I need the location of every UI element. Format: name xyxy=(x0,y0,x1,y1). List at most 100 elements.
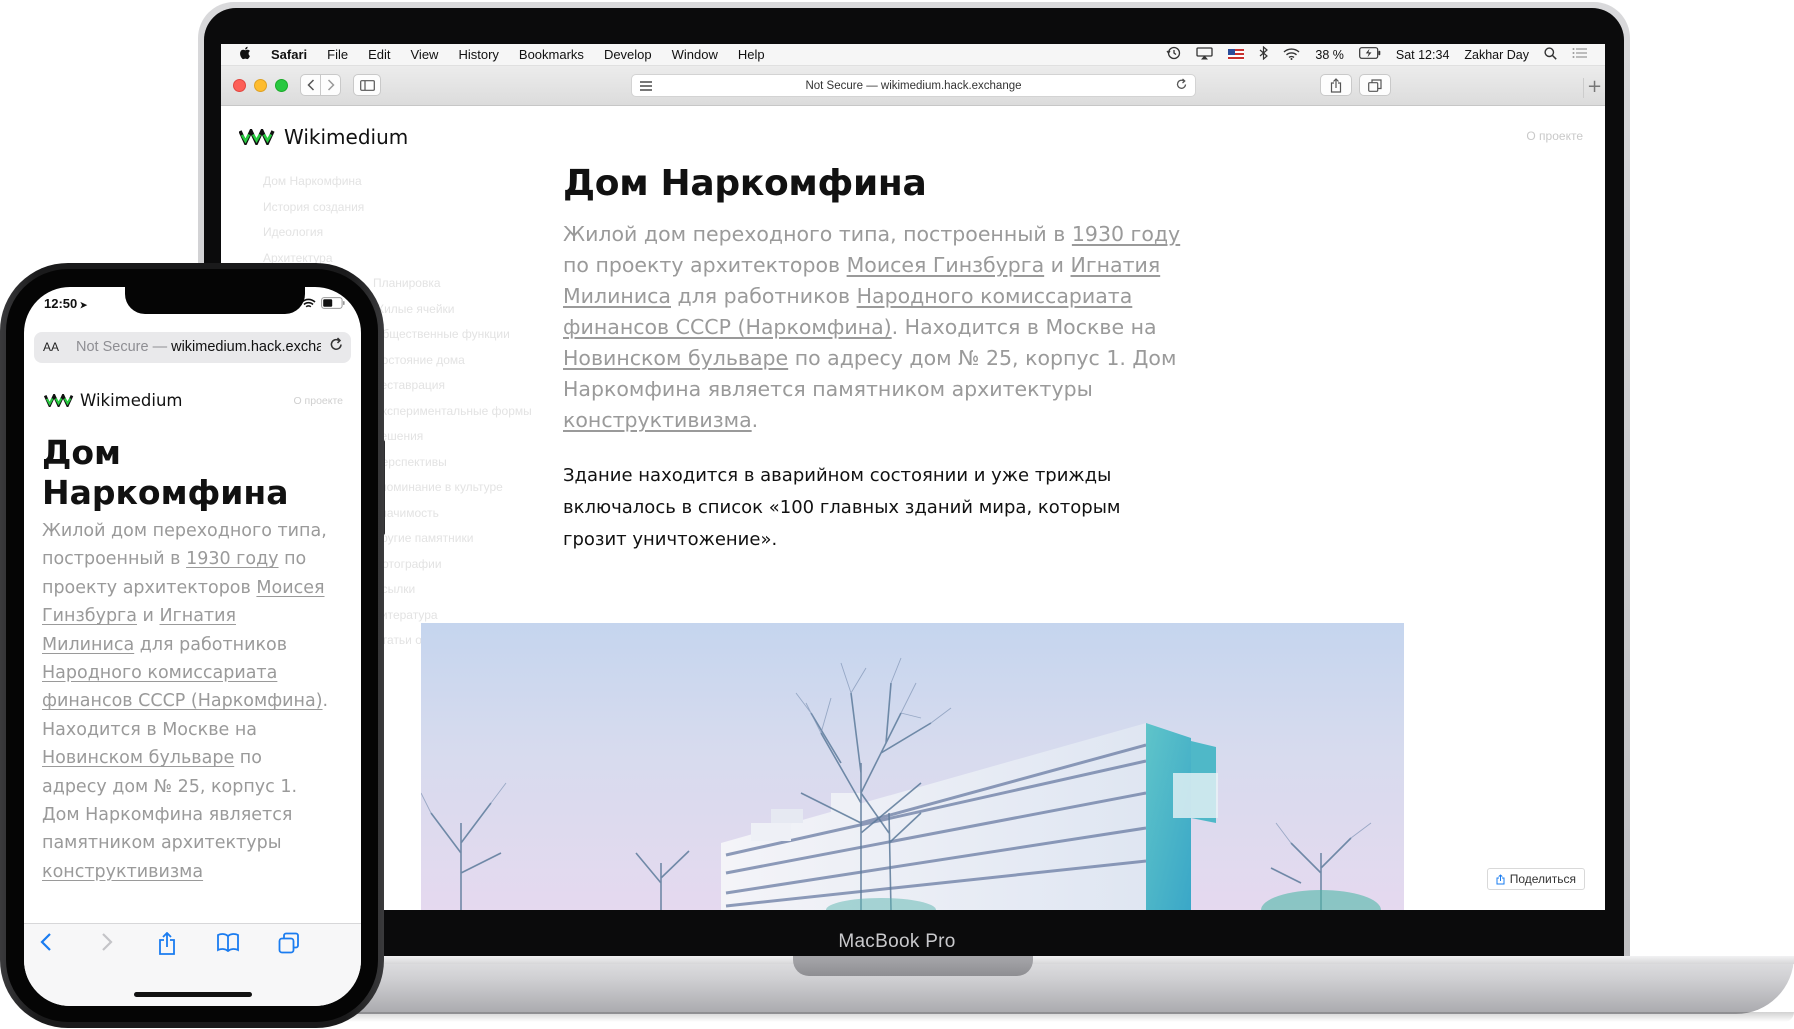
reload-icon[interactable] xyxy=(330,337,343,355)
address-bar[interactable]: Not Secure — wikimedium.hack.exchange xyxy=(631,74,1196,97)
menu-file[interactable]: File xyxy=(327,47,348,62)
bookmarks-icon[interactable] xyxy=(216,932,240,956)
article-lead: Жилой дом переходного типа, построенный … xyxy=(42,517,332,886)
macbook-opening-notch xyxy=(793,956,1033,976)
forward-button[interactable] xyxy=(320,74,341,96)
article: Дом Наркомфина Жилой дом переходного тип… xyxy=(563,163,1183,556)
article-body: Здание находится в аварийном состоянии и… xyxy=(563,465,1121,550)
toc-item[interactable]: Идеология xyxy=(263,220,532,246)
airplay-icon[interactable] xyxy=(1196,46,1214,63)
menu-bookmarks[interactable]: Bookmarks xyxy=(519,47,584,62)
menu-user[interactable]: Zakhar Day xyxy=(1464,48,1529,62)
time-machine-icon[interactable] xyxy=(1166,46,1181,63)
link-constructivism[interactable]: конструктивизма xyxy=(563,408,752,432)
new-tab-button[interactable]: + xyxy=(1583,78,1605,98)
site-logo[interactable]: Wikimedium xyxy=(44,391,183,410)
battery-icon[interactable] xyxy=(1358,47,1381,62)
lead-text: и xyxy=(1044,253,1071,277)
wifi-icon[interactable] xyxy=(1283,47,1300,63)
bluetooth-icon[interactable] xyxy=(1259,45,1269,63)
share-icon xyxy=(1496,873,1505,884)
battery-percent: 38 % xyxy=(1315,47,1344,62)
iphone-screen: 12:50 ➤ AA Not Secure — wikimedium.hack.… xyxy=(24,287,361,1006)
link-ginzburg[interactable]: Моисея Гинзбурга xyxy=(847,253,1045,277)
menu-history[interactable]: History xyxy=(458,47,498,62)
article-title: Дом Наркомфина xyxy=(42,433,289,512)
spotlight-icon[interactable] xyxy=(1544,46,1557,63)
share-label: Поделиться xyxy=(1509,872,1576,886)
tabs-overview-button[interactable] xyxy=(1359,74,1391,96)
lead-text: . xyxy=(751,408,759,432)
reader-view-icon[interactable] xyxy=(640,81,652,93)
tabs-icon xyxy=(1368,78,1382,92)
link-novinsky[interactable]: Новинском бульваре xyxy=(563,346,788,370)
logo-text: Wikimedium xyxy=(284,125,409,149)
article-lead: Жилой дом переходного типа, построенный … xyxy=(563,219,1183,436)
menu-clock[interactable]: Sat 12:34 xyxy=(1396,48,1450,62)
chevron-right-icon xyxy=(327,79,335,91)
tabs-icon[interactable] xyxy=(277,932,301,956)
safari-toolbar: Not Secure — wikimedium.hack.exchange + xyxy=(221,66,1605,106)
wikimedium-logo-icon xyxy=(44,394,74,407)
ios-url: Not Secure — wikimedium.hack.exchange xyxy=(76,339,321,355)
share-icon[interactable] xyxy=(155,931,179,956)
back-icon[interactable] xyxy=(34,932,58,956)
lead-text: и xyxy=(136,606,160,627)
share-icon xyxy=(1330,77,1342,93)
macbook-screen: Safari File Edit View History Bookmarks … xyxy=(221,44,1605,910)
menu-develop[interactable]: Develop xyxy=(604,47,652,62)
article-title: Дом Наркомфина xyxy=(563,163,927,204)
sidebar-toggle-button[interactable] xyxy=(353,74,381,96)
location-icon: ➤ xyxy=(77,300,88,310)
share-button[interactable]: Поделиться xyxy=(1486,868,1585,890)
battery-icon xyxy=(321,297,345,309)
menu-edit[interactable]: Edit xyxy=(368,47,390,62)
about-link[interactable]: О проекте xyxy=(1526,129,1583,143)
ios-address-bar[interactable]: AA Not Secure — wikimedium.hack.exchange xyxy=(34,332,351,363)
menu-window[interactable]: Window xyxy=(672,47,718,62)
lead-text: по проекту архитекторов xyxy=(563,253,847,277)
web-content: Wikimedium О проекте Дом Наркомфина Исто… xyxy=(221,107,1605,910)
ios-web-content: Wikimedium О проекте Дом Наркомфина Жило… xyxy=(24,373,361,913)
window-controls xyxy=(233,79,288,92)
sidebar-icon xyxy=(359,79,375,91)
link-narkomfin[interactable]: Народного комиссариата финансов СССР (На… xyxy=(42,663,323,711)
mac-menubar: Safari File Edit View History Bookmarks … xyxy=(221,44,1605,66)
lead-text: . Находится в Москве на xyxy=(891,315,1157,339)
toc-item[interactable]: История создания xyxy=(263,195,532,221)
link-constructivism[interactable]: конструктивизма xyxy=(42,862,203,882)
menu-app-name[interactable]: Safari xyxy=(271,47,307,62)
share-toolbar-button[interactable] xyxy=(1320,74,1352,96)
apple-icon[interactable] xyxy=(239,46,251,63)
text-size-button[interactable]: AA xyxy=(43,340,59,354)
link-1930[interactable]: 1930 году xyxy=(1072,222,1180,246)
iphone-notch xyxy=(125,287,305,314)
lead-text: для работников xyxy=(134,634,288,655)
home-indicator[interactable] xyxy=(134,992,252,997)
input-flag-icon[interactable] xyxy=(1228,49,1245,60)
notification-center-icon[interactable] xyxy=(1572,47,1587,62)
macbook-shadow xyxy=(200,1012,1794,1022)
narkomfin-photo xyxy=(421,623,1404,910)
lead-text: Жилой дом переходного типа, построенный … xyxy=(563,222,1072,246)
site-logo[interactable]: Wikimedium xyxy=(239,125,408,149)
minimize-window-button[interactable] xyxy=(254,79,267,92)
wikimedium-logo-icon xyxy=(239,129,275,145)
ios-time: 12:50 ➤ xyxy=(44,296,87,311)
close-window-button[interactable] xyxy=(233,79,246,92)
lead-text: для работников xyxy=(671,284,857,308)
link-1930[interactable]: 1930 году xyxy=(186,549,278,569)
ios-url-prefix: Not Secure — xyxy=(76,339,172,355)
menu-help[interactable]: Help xyxy=(738,47,765,62)
forward-icon[interactable] xyxy=(95,932,119,956)
chevron-left-icon xyxy=(306,79,314,91)
link-novinsky[interactable]: Новинском бульваре xyxy=(42,748,234,768)
toc-item[interactable]: Дом Наркомфина xyxy=(263,169,532,195)
back-button[interactable] xyxy=(300,74,321,96)
about-link[interactable]: О проекте xyxy=(293,395,343,407)
zoom-window-button[interactable] xyxy=(275,79,288,92)
reload-icon[interactable] xyxy=(1176,78,1187,93)
logo-text: Wikimedium xyxy=(80,391,183,410)
ios-time-text: 12:50 xyxy=(44,296,78,311)
menu-view[interactable]: View xyxy=(411,47,439,62)
